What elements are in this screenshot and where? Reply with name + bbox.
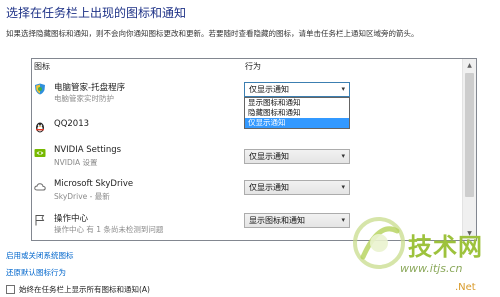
list-item: 电脑管家-托盘程序 电脑管家实时防护 仅显示通知 ▾ 显示图标和通知 隐藏图标和… (32, 80, 452, 129)
cloud-icon (34, 181, 46, 193)
shield-icon (34, 83, 46, 95)
row-app-description: 电脑管家实时防护 (54, 94, 114, 103)
behavior-select[interactable]: 显示图标和通知 ▾ (244, 213, 350, 228)
scroll-up-arrow-icon[interactable]: ▲ (463, 59, 476, 72)
watermark-url-text: www.itjs.cn (400, 262, 463, 275)
page-description: 如果选择隐藏图标和通知，则不会向你通知图标更改和更新。若要随时查看隐藏的图标，请… (6, 29, 419, 38)
qq-icon (34, 121, 46, 133)
chevron-down-icon: ▾ (341, 183, 345, 191)
row-app-name: NVIDIA Settings (54, 145, 122, 155)
vertical-scrollbar[interactable]: ▲ ▼ (462, 59, 476, 240)
list-item: Microsoft SkyDrive SkyDrive - 最新 仅显示通知 ▾ (32, 178, 452, 212)
scrollbar-thumb[interactable] (465, 73, 474, 197)
row-app-name: 操作中心 (54, 214, 89, 224)
column-header-icons: 图标 (34, 62, 50, 71)
chevron-down-icon: ▾ (341, 216, 345, 224)
row-app-description: SkyDrive - 最新 (54, 192, 110, 201)
column-header-behavior: 行为 (245, 62, 261, 71)
behavior-select-value: 仅显示通知 (249, 183, 289, 192)
row-app-name: 电脑管家-托盘程序 (54, 83, 126, 93)
behavior-select[interactable]: 仅显示通知 ▾ (244, 149, 350, 164)
always-show-all-icons-checkbox[interactable] (6, 285, 15, 294)
checkbox-label: 始终在任务栏上显示所有图标和通知(A) (19, 285, 150, 294)
page-title: 选择在任务栏上出现的图标和通知 (6, 6, 187, 20)
row-app-name: QQ2013 (54, 119, 90, 129)
always-show-all-icons-option[interactable]: 始终在任务栏上显示所有图标和通知(A) (6, 284, 150, 295)
behavior-select-value: 仅显示通知 (249, 152, 289, 161)
behavior-select-value: 显示图标和通知 (249, 216, 305, 225)
system-icons-link[interactable]: 启用或关闭系统图标 (6, 250, 74, 261)
watermark-net-text: .Net (455, 282, 476, 293)
chevron-down-icon: ▾ (341, 85, 345, 93)
dropdown-option-only-show-notifications[interactable]: 仅显示通知 (245, 118, 349, 128)
flag-icon (34, 214, 46, 226)
watermark-brand-text: 技术网 (408, 233, 483, 261)
behavior-select-value: 仅显示通知 (249, 85, 289, 94)
behavior-select[interactable]: 仅显示通知 ▾ (244, 82, 350, 97)
restore-defaults-link[interactable]: 还原默认图标行为 (6, 267, 66, 278)
dropdown-option-hide-icon-and-notifications[interactable]: 隐藏图标和通知 (245, 108, 349, 118)
behavior-dropdown-menu: 显示图标和通知 隐藏图标和通知 仅显示通知 (244, 97, 350, 129)
behavior-select[interactable]: 仅显示通知 ▾ (244, 180, 350, 195)
icons-list-panel: 图标 行为 电脑管家-托盘程序 电脑管家实时防护 仅显示通知 ▾ 显示图标和通知… (31, 58, 477, 241)
nvidia-icon (34, 147, 46, 159)
row-app-description: 操作中心 有 1 条尚未检测到问题 (54, 225, 164, 234)
dropdown-option-show-icon-and-notifications[interactable]: 显示图标和通知 (245, 98, 349, 108)
chevron-down-icon: ▾ (341, 152, 345, 160)
row-app-name: Microsoft SkyDrive (54, 179, 134, 189)
list-item: NVIDIA Settings NVIDIA 设置 仅显示通知 ▾ (32, 144, 452, 178)
row-app-description: NVIDIA 设置 (54, 158, 98, 167)
